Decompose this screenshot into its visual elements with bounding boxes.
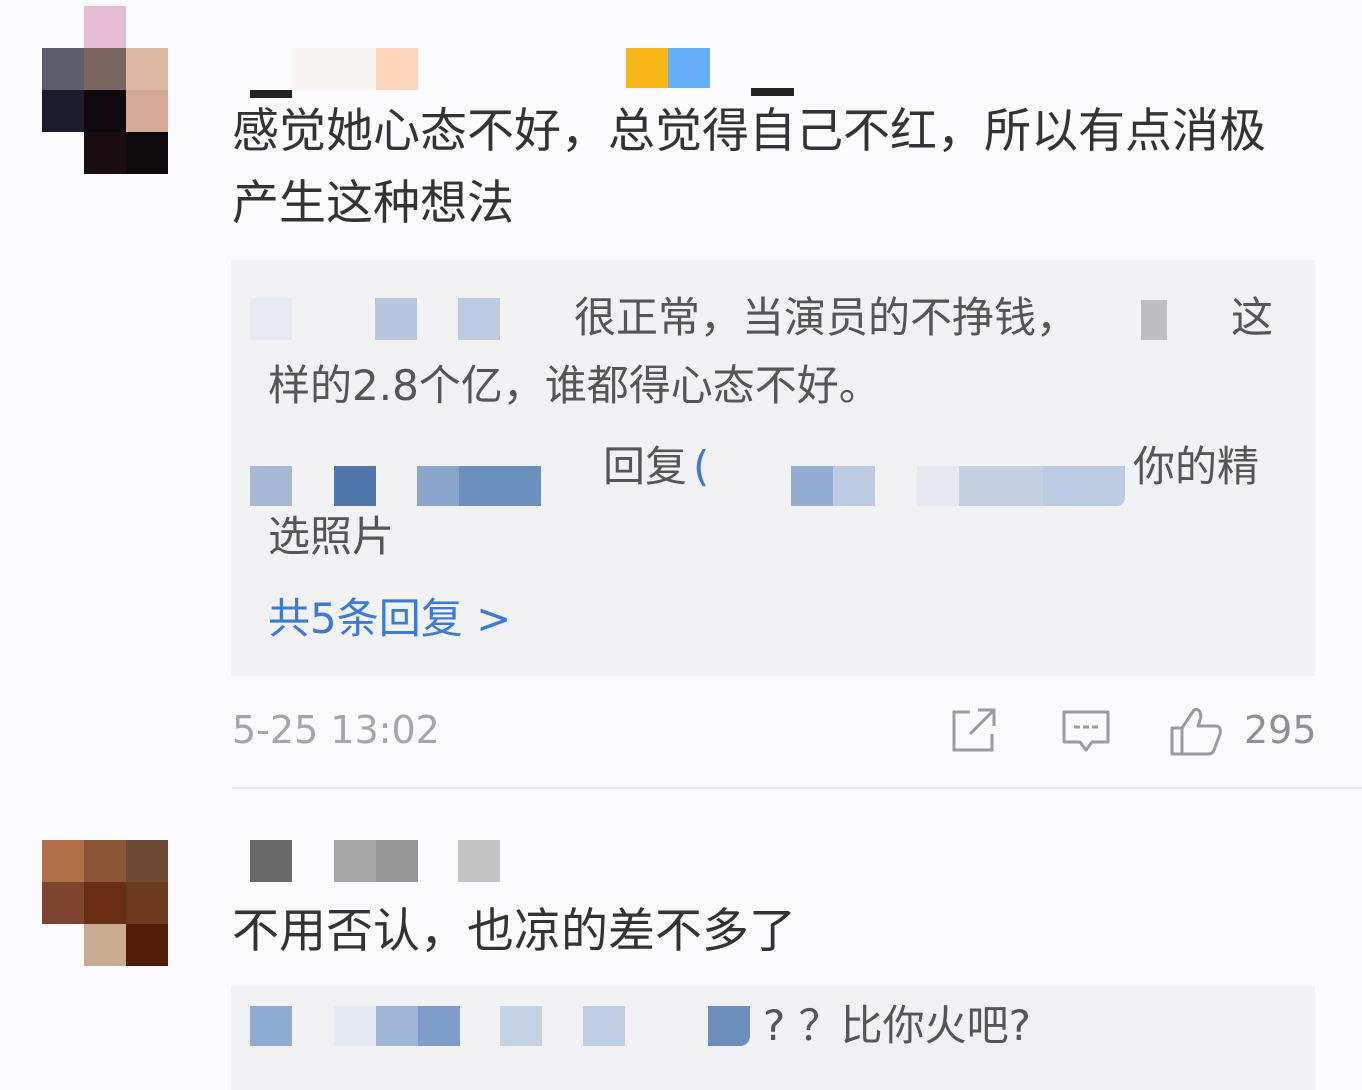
avatar-pixel [84, 882, 126, 924]
reply-username-blur [418, 1006, 460, 1046]
reply-username-blur [334, 1006, 376, 1046]
reply-username-blur [334, 466, 376, 506]
reply-username-blur [250, 1006, 292, 1046]
reply-text-part: 你的精 [1133, 442, 1260, 491]
avatar[interactable] [42, 6, 168, 174]
username-blur [458, 840, 500, 882]
like-button[interactable] [1168, 704, 1224, 762]
view-all-replies-link[interactable]: 共5条回复 > [268, 589, 511, 649]
username-blur [626, 88, 794, 96]
reply-username-blur [458, 298, 500, 340]
reply-text-part: 选照片 [268, 512, 395, 561]
comment-divider [232, 787, 1362, 789]
username-blur [250, 50, 292, 98]
like-count: 295 [1244, 708, 1317, 752]
reply-username-blur [250, 298, 292, 340]
avatar-pixel [84, 840, 126, 882]
reply-username-blur [708, 1006, 750, 1046]
username-blur [376, 48, 418, 90]
redacted-blur [1141, 300, 1167, 340]
share-icon [952, 708, 996, 752]
comment-icon [1062, 710, 1110, 752]
reply-username-blur [375, 298, 417, 340]
mention-blur [791, 466, 833, 506]
username-blur [334, 840, 376, 882]
avatar-pixel [84, 924, 126, 966]
avatar-pixel [42, 48, 84, 90]
avatar-pixel [126, 840, 168, 882]
reply-text: ? ？比你火吧? [763, 1001, 1031, 1050]
mention-link[interactable]: ( [693, 437, 709, 497]
share-button[interactable] [948, 704, 1000, 760]
reply-text-part: 这 [1231, 293, 1274, 342]
comment-text: 感觉她心态不好，总觉得自己不红，所以有点消极产生这种想法 [232, 104, 1266, 231]
reply-username-blur [250, 466, 292, 506]
weibo-comments-screen: { "comments": [ { "text": "感觉她心态不好，总觉得自己… [0, 0, 1362, 1090]
username-blur [376, 840, 418, 882]
avatar-pixel [42, 90, 84, 132]
username-blur [250, 840, 292, 882]
mention-blur [917, 466, 959, 506]
username-blur [626, 48, 668, 90]
reply-text-part: 样的2.8个亿，谁都得心态不好。 [268, 361, 881, 410]
avatar-pixel [126, 132, 168, 174]
reply-username-blur [459, 466, 541, 506]
avatar-pixel [126, 48, 168, 90]
avatar-pixel [84, 132, 126, 174]
comment-item: 不用否认，也凉的差不多了 ? ？比你火吧? [0, 790, 1362, 1090]
avatar-pixel [84, 48, 126, 90]
comment-button[interactable] [1060, 704, 1112, 760]
mention-blur [959, 466, 1043, 506]
avatar-pixel [126, 882, 168, 924]
mention-blur [1043, 466, 1125, 506]
avatar-pixel [42, 840, 84, 882]
comment-text: 不用否认，也凉的差不多了 [232, 904, 796, 959]
username-blur [668, 48, 710, 90]
mention-blur [833, 466, 875, 506]
avatar-pixel [126, 924, 168, 966]
reply-username-blur [376, 1006, 418, 1046]
reply-username-blur [583, 1006, 625, 1046]
replies-panel: ? ？比你火吧? [231, 986, 1315, 1090]
avatar-pixel [84, 6, 126, 48]
avatar-pixel [126, 90, 168, 132]
avatar[interactable] [42, 840, 168, 966]
comment-timestamp: 5-25 13:02 [232, 708, 440, 752]
comment-item: 感觉她心态不好，总觉得自己不红，所以有点消极产生这种想法 很正常，当演员的不挣钱… [0, 0, 1362, 790]
username-blur [292, 48, 376, 90]
reply-username-blur [417, 466, 459, 506]
reply-text-part: 很正常，当演员的不挣钱， [574, 293, 1079, 342]
reply-action-text: 回复 [603, 442, 688, 491]
avatar-pixel [42, 882, 84, 924]
avatar-pixel [84, 90, 126, 132]
thumbs-up-icon [1170, 708, 1222, 756]
replies-panel: 很正常，当演员的不挣钱， 这 样的2.8个亿，谁都得心态不好。 回复 ( 你的精… [231, 260, 1315, 676]
reply-text: 很正常，当演员的不挣钱， [574, 288, 1078, 348]
reply-username-blur [500, 1006, 542, 1046]
